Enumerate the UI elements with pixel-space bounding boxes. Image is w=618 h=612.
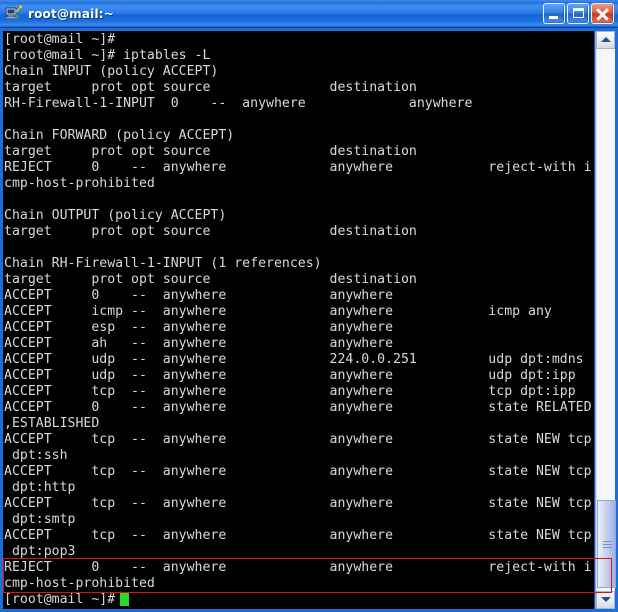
vertical-scrollbar[interactable]	[595, 31, 616, 609]
scrollbar-thumb[interactable]	[597, 500, 616, 588]
scroll-down-arrow-icon[interactable]	[596, 591, 615, 609]
scrollbar-track[interactable]	[596, 49, 616, 591]
putty-terminal-icon	[5, 4, 23, 22]
window-controls	[543, 3, 614, 24]
terminal-cursor	[120, 592, 129, 606]
minimize-button[interactable]	[543, 3, 565, 24]
terminal-output: [root@mail ~]# [root@mail ~]# iptables -…	[4, 32, 592, 607]
window-title: root@mail:~	[28, 6, 115, 21]
scroll-up-arrow-icon[interactable]	[596, 31, 615, 49]
window-titlebar[interactable]: root@mail:~	[0, 0, 618, 28]
scrollbar-grip-icon	[603, 541, 612, 548]
terminal-window: root@mail:~ [root@mail ~]# [root@mail ~]…	[0, 0, 618, 612]
close-button[interactable]	[591, 3, 614, 24]
terminal-screen[interactable]: [root@mail ~]# [root@mail ~]# iptables -…	[3, 31, 594, 609]
maximize-button[interactable]	[567, 3, 589, 24]
